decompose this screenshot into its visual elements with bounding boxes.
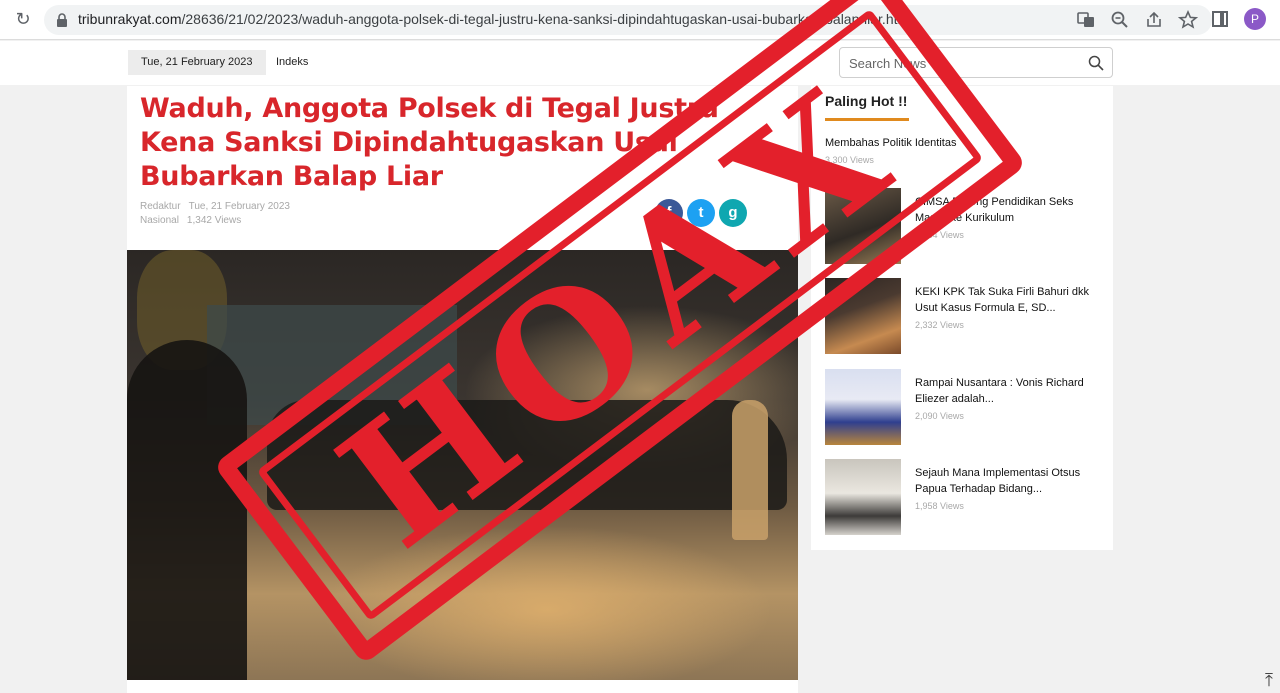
hot-item-title[interactable]: KEKI KPK Tak Suka Firli Bahuri dkk Usut …: [915, 284, 1101, 316]
article-date: Tue, 21 February 2023: [188, 201, 290, 212]
side-panel-icon[interactable]: [1212, 11, 1228, 27]
translate-icon[interactable]: [1076, 10, 1096, 30]
browser-toolbar: ↻ tribunrakyat.com/28636/21/02/2023/wadu…: [0, 0, 1280, 40]
omnibox-actions: [1076, 10, 1199, 30]
site-header: Tue, 21 February 2023 Indeks: [0, 41, 1280, 85]
hero-foreground-figure: [127, 340, 247, 680]
browser-controls: P: [1212, 8, 1266, 30]
hot-item-views: 1,958 Views: [915, 501, 964, 511]
article-category[interactable]: Nasional: [140, 215, 179, 226]
hot-item-title[interactable]: Sejauh Mana Implementasi Otsus Papua Ter…: [915, 465, 1101, 497]
hot-item[interactable]: Sejauh Mana Implementasi Otsus Papua Ter…: [825, 459, 1105, 537]
address-bar[interactable]: tribunrakyat.com/28636/21/02/2023/waduh-…: [44, 5, 1212, 35]
article-meta: Redaktur Tue, 21 February 2023 Nasional 1,…: [140, 200, 298, 228]
hot-item-thumbnail[interactable]: [825, 369, 901, 445]
scroll-to-top-icon[interactable]: ⤒: [1258, 669, 1280, 693]
hot-item[interactable]: Rampai Nusantara : Vonis Richard Eliezer…: [825, 369, 1105, 447]
profile-avatar[interactable]: P: [1244, 8, 1266, 30]
url-text[interactable]: tribunrakyat.com/28636/21/02/2023/waduh-…: [78, 11, 912, 27]
bookmark-star-icon[interactable]: [1177, 10, 1199, 30]
search-icon[interactable]: [1088, 55, 1104, 71]
article-views: 1,342 Views: [186, 215, 242, 226]
share-icon[interactable]: [1144, 10, 1164, 30]
author-label: Redaktur: [140, 201, 181, 212]
indeks-link[interactable]: Indeks: [276, 56, 308, 68]
hot-item-title[interactable]: Rampai Nusantara : Vonis Richard Eliezer…: [915, 375, 1101, 407]
hero-person: [732, 400, 768, 540]
hot-item-views: 2,090 Views: [915, 411, 964, 421]
hot-item[interactable]: KEKI KPK Tak Suka Firli Bahuri dkk Usut …: [825, 278, 1105, 356]
hot-item-views: 2,332 Views: [915, 320, 964, 330]
header-date: Tue, 21 February 2023: [128, 50, 266, 75]
url-domain: tribunrakyat.com: [78, 11, 182, 27]
hot-item-thumbnail[interactable]: [825, 459, 901, 535]
zoom-icon[interactable]: [1110, 10, 1130, 30]
reload-icon[interactable]: ↻: [12, 9, 34, 31]
lock-icon: [57, 13, 67, 27]
